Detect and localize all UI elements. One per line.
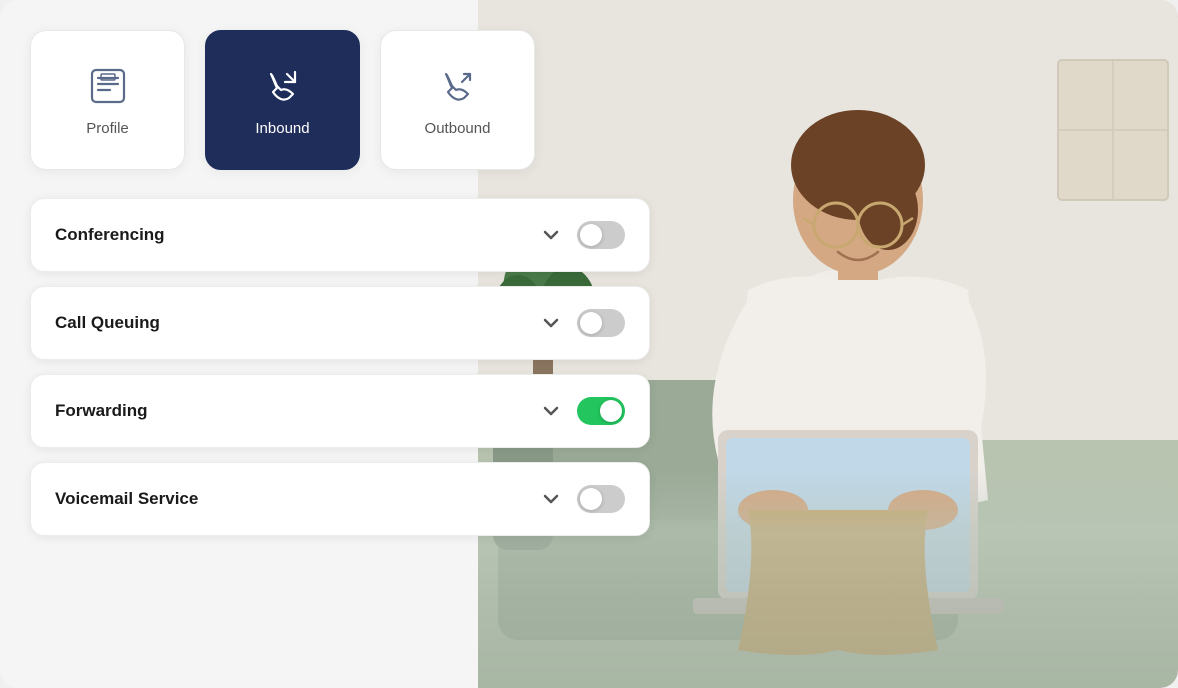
call-queuing-toggle[interactable] xyxy=(577,309,625,337)
voicemail-service-expand-button[interactable] xyxy=(541,489,561,509)
tab-outbound-label: Outbound xyxy=(425,120,491,137)
forwarding-expand-button[interactable] xyxy=(541,401,561,421)
forwarding-controls xyxy=(541,397,625,425)
settings-list: Conferencing Call Queuing xyxy=(0,198,680,536)
call-queuing-controls xyxy=(541,309,625,337)
tabs-row: Profile Inbound xyxy=(0,0,680,170)
page-wrapper: Profile Inbound xyxy=(0,0,1178,688)
conferencing-expand-button[interactable] xyxy=(541,225,561,245)
conferencing-controls xyxy=(541,221,625,249)
voicemail-service-toggle[interactable] xyxy=(577,485,625,513)
conferencing-toggle[interactable] xyxy=(577,221,625,249)
content-area: Profile Inbound xyxy=(0,0,680,688)
tab-profile[interactable]: Profile xyxy=(30,30,185,170)
setting-voicemail-service: Voicemail Service xyxy=(30,462,650,536)
voicemail-service-label: Voicemail Service xyxy=(55,489,198,509)
call-queuing-label: Call Queuing xyxy=(55,313,160,333)
forwarding-label: Forwarding xyxy=(55,401,148,421)
tab-profile-label: Profile xyxy=(86,120,129,137)
call-queuing-expand-button[interactable] xyxy=(541,313,561,333)
inbound-icon xyxy=(261,64,305,108)
tab-inbound-label: Inbound xyxy=(255,120,309,137)
outbound-icon xyxy=(436,64,480,108)
setting-call-queuing: Call Queuing xyxy=(30,286,650,360)
setting-forwarding: Forwarding xyxy=(30,374,650,448)
setting-conferencing: Conferencing xyxy=(30,198,650,272)
voicemail-service-controls xyxy=(541,485,625,513)
tab-inbound[interactable]: Inbound xyxy=(205,30,360,170)
forwarding-toggle[interactable] xyxy=(577,397,625,425)
profile-icon xyxy=(86,64,130,108)
tab-outbound[interactable]: Outbound xyxy=(380,30,535,170)
conferencing-label: Conferencing xyxy=(55,225,165,245)
